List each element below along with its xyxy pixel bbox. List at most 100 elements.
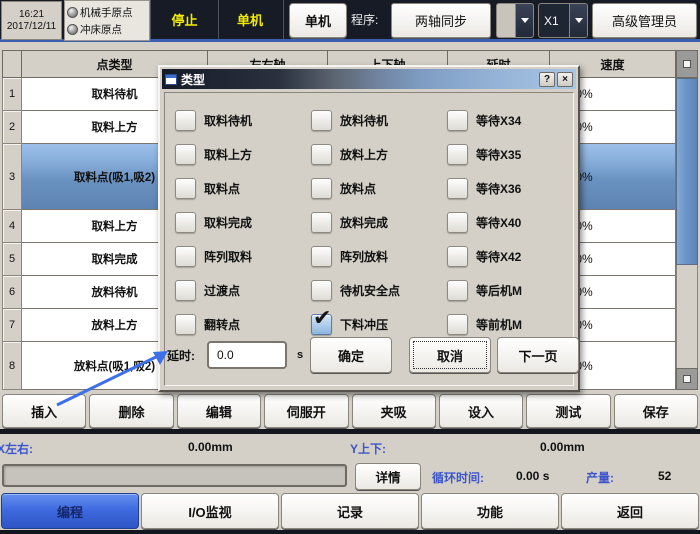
mode-dropdown[interactable] bbox=[496, 3, 534, 38]
checkbox-label: 等待X35 bbox=[476, 146, 521, 163]
dialog-checkbox-item[interactable]: 过渡点 bbox=[175, 273, 311, 307]
checkbox-icon[interactable] bbox=[447, 246, 468, 267]
dialog-checkbox-item[interactable]: 等前机M bbox=[447, 307, 567, 341]
dialog-checkbox-item[interactable]: 阵列取料 bbox=[175, 239, 311, 273]
tab-item[interactable]: I/O监视 bbox=[141, 493, 279, 529]
dialog-checkbox-item[interactable]: 等后机M bbox=[447, 273, 567, 307]
checkbox-label: 放料待机 bbox=[340, 112, 388, 129]
row-number: 6 bbox=[2, 276, 22, 309]
program-value-field[interactable]: 两轴同步 bbox=[391, 3, 491, 38]
checkbox-icon[interactable] bbox=[311, 280, 332, 301]
y-axis-label: Y上下: bbox=[350, 440, 386, 457]
dialog-title-bar[interactable]: 类型 ? × bbox=[162, 69, 576, 89]
dialog-checkbox-item[interactable]: 阵列放料 bbox=[311, 239, 447, 273]
action-button[interactable]: 伺服开 bbox=[264, 394, 348, 428]
press-origin-label: 冲床原点 bbox=[80, 22, 122, 37]
checkbox-icon[interactable] bbox=[447, 144, 468, 165]
x-axis-label: X左右: bbox=[0, 440, 33, 457]
dialog-checkbox-item[interactable]: 取料待机 bbox=[175, 103, 311, 137]
dialog-checkbox-item[interactable]: 放料完成 bbox=[311, 205, 447, 239]
checkbox-icon[interactable] bbox=[447, 178, 468, 199]
checkbox-label: 取料待机 bbox=[204, 112, 252, 129]
dialog-checkbox-item[interactable]: 取料上方 bbox=[175, 137, 311, 171]
tab-active[interactable]: 编程 bbox=[1, 493, 139, 529]
chevron-down-icon[interactable] bbox=[569, 4, 587, 37]
tab-item[interactable]: 记录 bbox=[281, 493, 419, 529]
user-role-button[interactable]: 高级管理员 bbox=[592, 3, 697, 38]
checkbox-icon[interactable] bbox=[447, 280, 468, 301]
dialog-checkbox-item[interactable]: 取料完成 bbox=[175, 205, 311, 239]
header-corner bbox=[2, 50, 22, 78]
checkbox-label: 等待X34 bbox=[476, 112, 521, 129]
dialog-checkbox-item[interactable]: 等待X34 bbox=[447, 103, 567, 137]
scrollbar-bottom-button[interactable] bbox=[676, 368, 698, 390]
checkbox-label: 取料点 bbox=[204, 180, 240, 197]
checkbox-icon[interactable] bbox=[175, 280, 196, 301]
detail-button[interactable]: 详情 bbox=[355, 463, 421, 490]
action-button[interactable]: 删除 bbox=[89, 394, 173, 428]
checkbox-icon[interactable] bbox=[175, 246, 196, 267]
dialog-checkbox-item[interactable]: 等待X42 bbox=[447, 239, 567, 273]
type-dialog: 类型 ? × 取料待机放料待机等待X34取料上方放料上方等待X35取料点放料点等… bbox=[158, 65, 580, 392]
time-text: 16:21 bbox=[19, 9, 44, 21]
checkbox-icon[interactable] bbox=[447, 314, 468, 335]
next-page-button[interactable]: 下一页 bbox=[497, 337, 579, 373]
delay-unit: s bbox=[297, 349, 303, 361]
scrollbar-top-button[interactable] bbox=[676, 50, 698, 78]
dialog-checkbox-item[interactable]: ✔下料冲压 bbox=[311, 307, 447, 341]
checkbox-icon[interactable] bbox=[311, 212, 332, 233]
checkbox-grid: 取料待机 放料待机 等待X34 取料上方放料上方 等待X35 取料点 放料点等待X36 取料完… bbox=[175, 103, 567, 341]
action-button[interactable]: 夹吸 bbox=[352, 394, 436, 428]
single-mode-status[interactable]: 单机 bbox=[217, 0, 284, 39]
action-button[interactable]: 测试 bbox=[526, 394, 610, 428]
checkbox-icon[interactable] bbox=[175, 110, 196, 131]
action-button[interactable]: 设入 bbox=[439, 394, 523, 428]
delay-input[interactable] bbox=[207, 341, 287, 369]
checkbox-icon[interactable] bbox=[175, 144, 196, 165]
dialog-checkbox-item[interactable]: 等待X40 bbox=[447, 205, 567, 239]
ok-button[interactable]: 确定 bbox=[310, 337, 392, 373]
press-origin-row[interactable]: 冲床原点 bbox=[67, 22, 149, 37]
scrollbar-thumb[interactable] bbox=[676, 78, 698, 265]
action-button[interactable]: 保存 bbox=[614, 394, 698, 428]
checkbox-icon[interactable] bbox=[311, 110, 332, 131]
checkbox-checked-icon[interactable]: ✔ bbox=[311, 314, 332, 335]
checkbox-icon[interactable] bbox=[311, 144, 332, 165]
help-button[interactable]: ? bbox=[539, 72, 555, 87]
dialog-checkbox-item[interactable]: 放料上方 bbox=[311, 137, 447, 171]
dialog-checkbox-item[interactable]: 翻转点 bbox=[175, 307, 311, 341]
dialog-checkbox-item[interactable]: 待机安全点 bbox=[311, 273, 447, 307]
action-button[interactable]: 编辑 bbox=[177, 394, 261, 428]
dialog-checkbox-item[interactable]: 等待X36 bbox=[447, 171, 567, 205]
dialog-checkbox-item[interactable]: 等待X35 bbox=[447, 137, 567, 171]
axis-dropdown[interactable]: X1 bbox=[538, 3, 588, 38]
checkbox-icon[interactable] bbox=[175, 314, 196, 335]
program-label: 程序: bbox=[351, 0, 378, 39]
dialog-checkbox-item[interactable]: 放料待机 bbox=[311, 103, 447, 137]
checkmark-icon: ✔ bbox=[313, 307, 331, 329]
x-axis-value: 0.00mm bbox=[188, 440, 233, 454]
checkbox-label: 等后机M bbox=[476, 282, 522, 299]
tab-item[interactable]: 功能 bbox=[421, 493, 559, 529]
checkbox-icon[interactable] bbox=[311, 178, 332, 199]
stop-status[interactable]: 停止 bbox=[150, 0, 219, 39]
cancel-button[interactable]: 取消 bbox=[409, 337, 491, 373]
dialog-body: 取料待机 放料待机 等待X34 取料上方放料上方 等待X35 取料点 放料点等待X36 取料完… bbox=[164, 92, 574, 386]
clock: 16:21 2017/12/11 bbox=[1, 1, 62, 40]
checkbox-icon[interactable] bbox=[311, 246, 332, 267]
dialog-checkbox-item[interactable]: 放料点 bbox=[311, 171, 447, 205]
checkbox-label: 待机安全点 bbox=[340, 282, 400, 299]
checkbox-label: 翻转点 bbox=[204, 316, 240, 333]
checkbox-icon[interactable] bbox=[175, 212, 196, 233]
tab-item[interactable]: 返回 bbox=[561, 493, 699, 529]
robot-origin-row[interactable]: 机械手原点 bbox=[67, 5, 149, 20]
checkbox-icon[interactable] bbox=[447, 212, 468, 233]
dialog-checkbox-item[interactable]: 取料点 bbox=[175, 171, 311, 205]
chevron-down-icon[interactable] bbox=[515, 4, 533, 37]
checkbox-icon[interactable] bbox=[447, 110, 468, 131]
action-button[interactable]: 插入 bbox=[2, 394, 86, 428]
checkbox-icon[interactable] bbox=[175, 178, 196, 199]
close-icon[interactable]: × bbox=[557, 72, 573, 87]
single-mode-button[interactable]: 单机 bbox=[289, 3, 347, 38]
row-number: 5 bbox=[2, 243, 22, 276]
